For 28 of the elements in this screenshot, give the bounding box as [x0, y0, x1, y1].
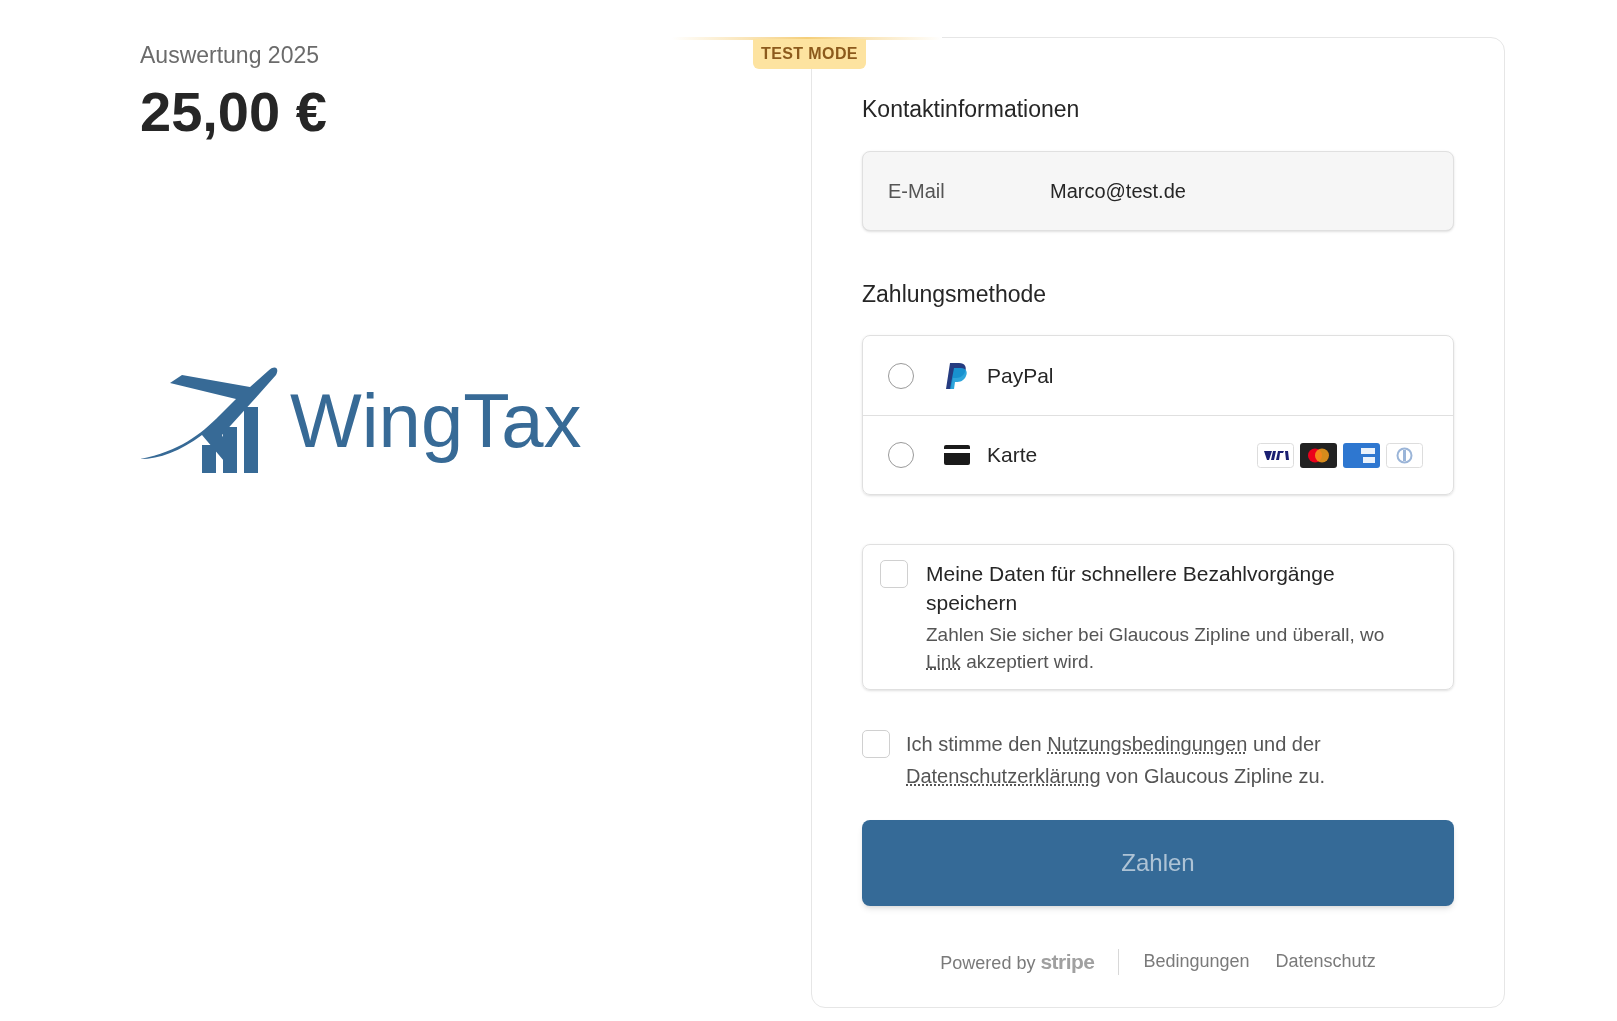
footer-link[interactable]: Datenschutz — [1275, 948, 1376, 976]
payment-method-option[interactable]: Karte — [863, 415, 1453, 494]
total-amount: 25,00 € — [140, 78, 327, 145]
link[interactable]: Datenschutzerklärung — [906, 765, 1101, 787]
checkbox[interactable] — [862, 730, 890, 758]
payment-method-label: PayPal — [987, 362, 1054, 389]
checkbox[interactable] — [880, 560, 908, 588]
save-option-description: Zahlen Sie sicher bei Glaucous Zipline und überall, wo Link akzeptiert wird. — [926, 623, 1386, 674]
summary-label: Auswertung 2025 — [140, 41, 319, 70]
link[interactable]: Link — [926, 651, 961, 672]
diners-logo-icon — [1386, 442, 1423, 468]
terms-text: Ich stimme den Nutzungsbedingungen und der Datenschutzerklärung von Glaucous Zipline zu. — [906, 732, 1327, 789]
payment-method-label: Karte — [987, 442, 1038, 469]
powered-by-text: Powered by stripe — [940, 949, 1095, 975]
section-heading: Zahlungsmethode — [862, 279, 1048, 309]
payment-method-option[interactable]: PayPal — [863, 336, 1453, 415]
section-heading: Kontaktinformationen — [862, 95, 1081, 124]
footer-link[interactable]: Bedingungen — [1143, 948, 1250, 976]
mastercard-logo-icon — [1300, 442, 1337, 468]
email-value: Marco@test.de — [1050, 178, 1186, 204]
test-mode-badge: TEST MODE — [753, 39, 866, 69]
paypal-icon — [946, 362, 968, 389]
card-icon — [944, 445, 970, 465]
amex-logo-icon — [1343, 442, 1380, 468]
link[interactable]: Nutzungsbedingungen — [1047, 733, 1248, 755]
email-field[interactable]: E-Mail Marco@test.de — [862, 150, 1454, 231]
email-label: E-Mail — [888, 178, 946, 204]
save-option-title: Meine Daten für schnellere Bezahlvorgänge speichern — [926, 561, 1336, 616]
